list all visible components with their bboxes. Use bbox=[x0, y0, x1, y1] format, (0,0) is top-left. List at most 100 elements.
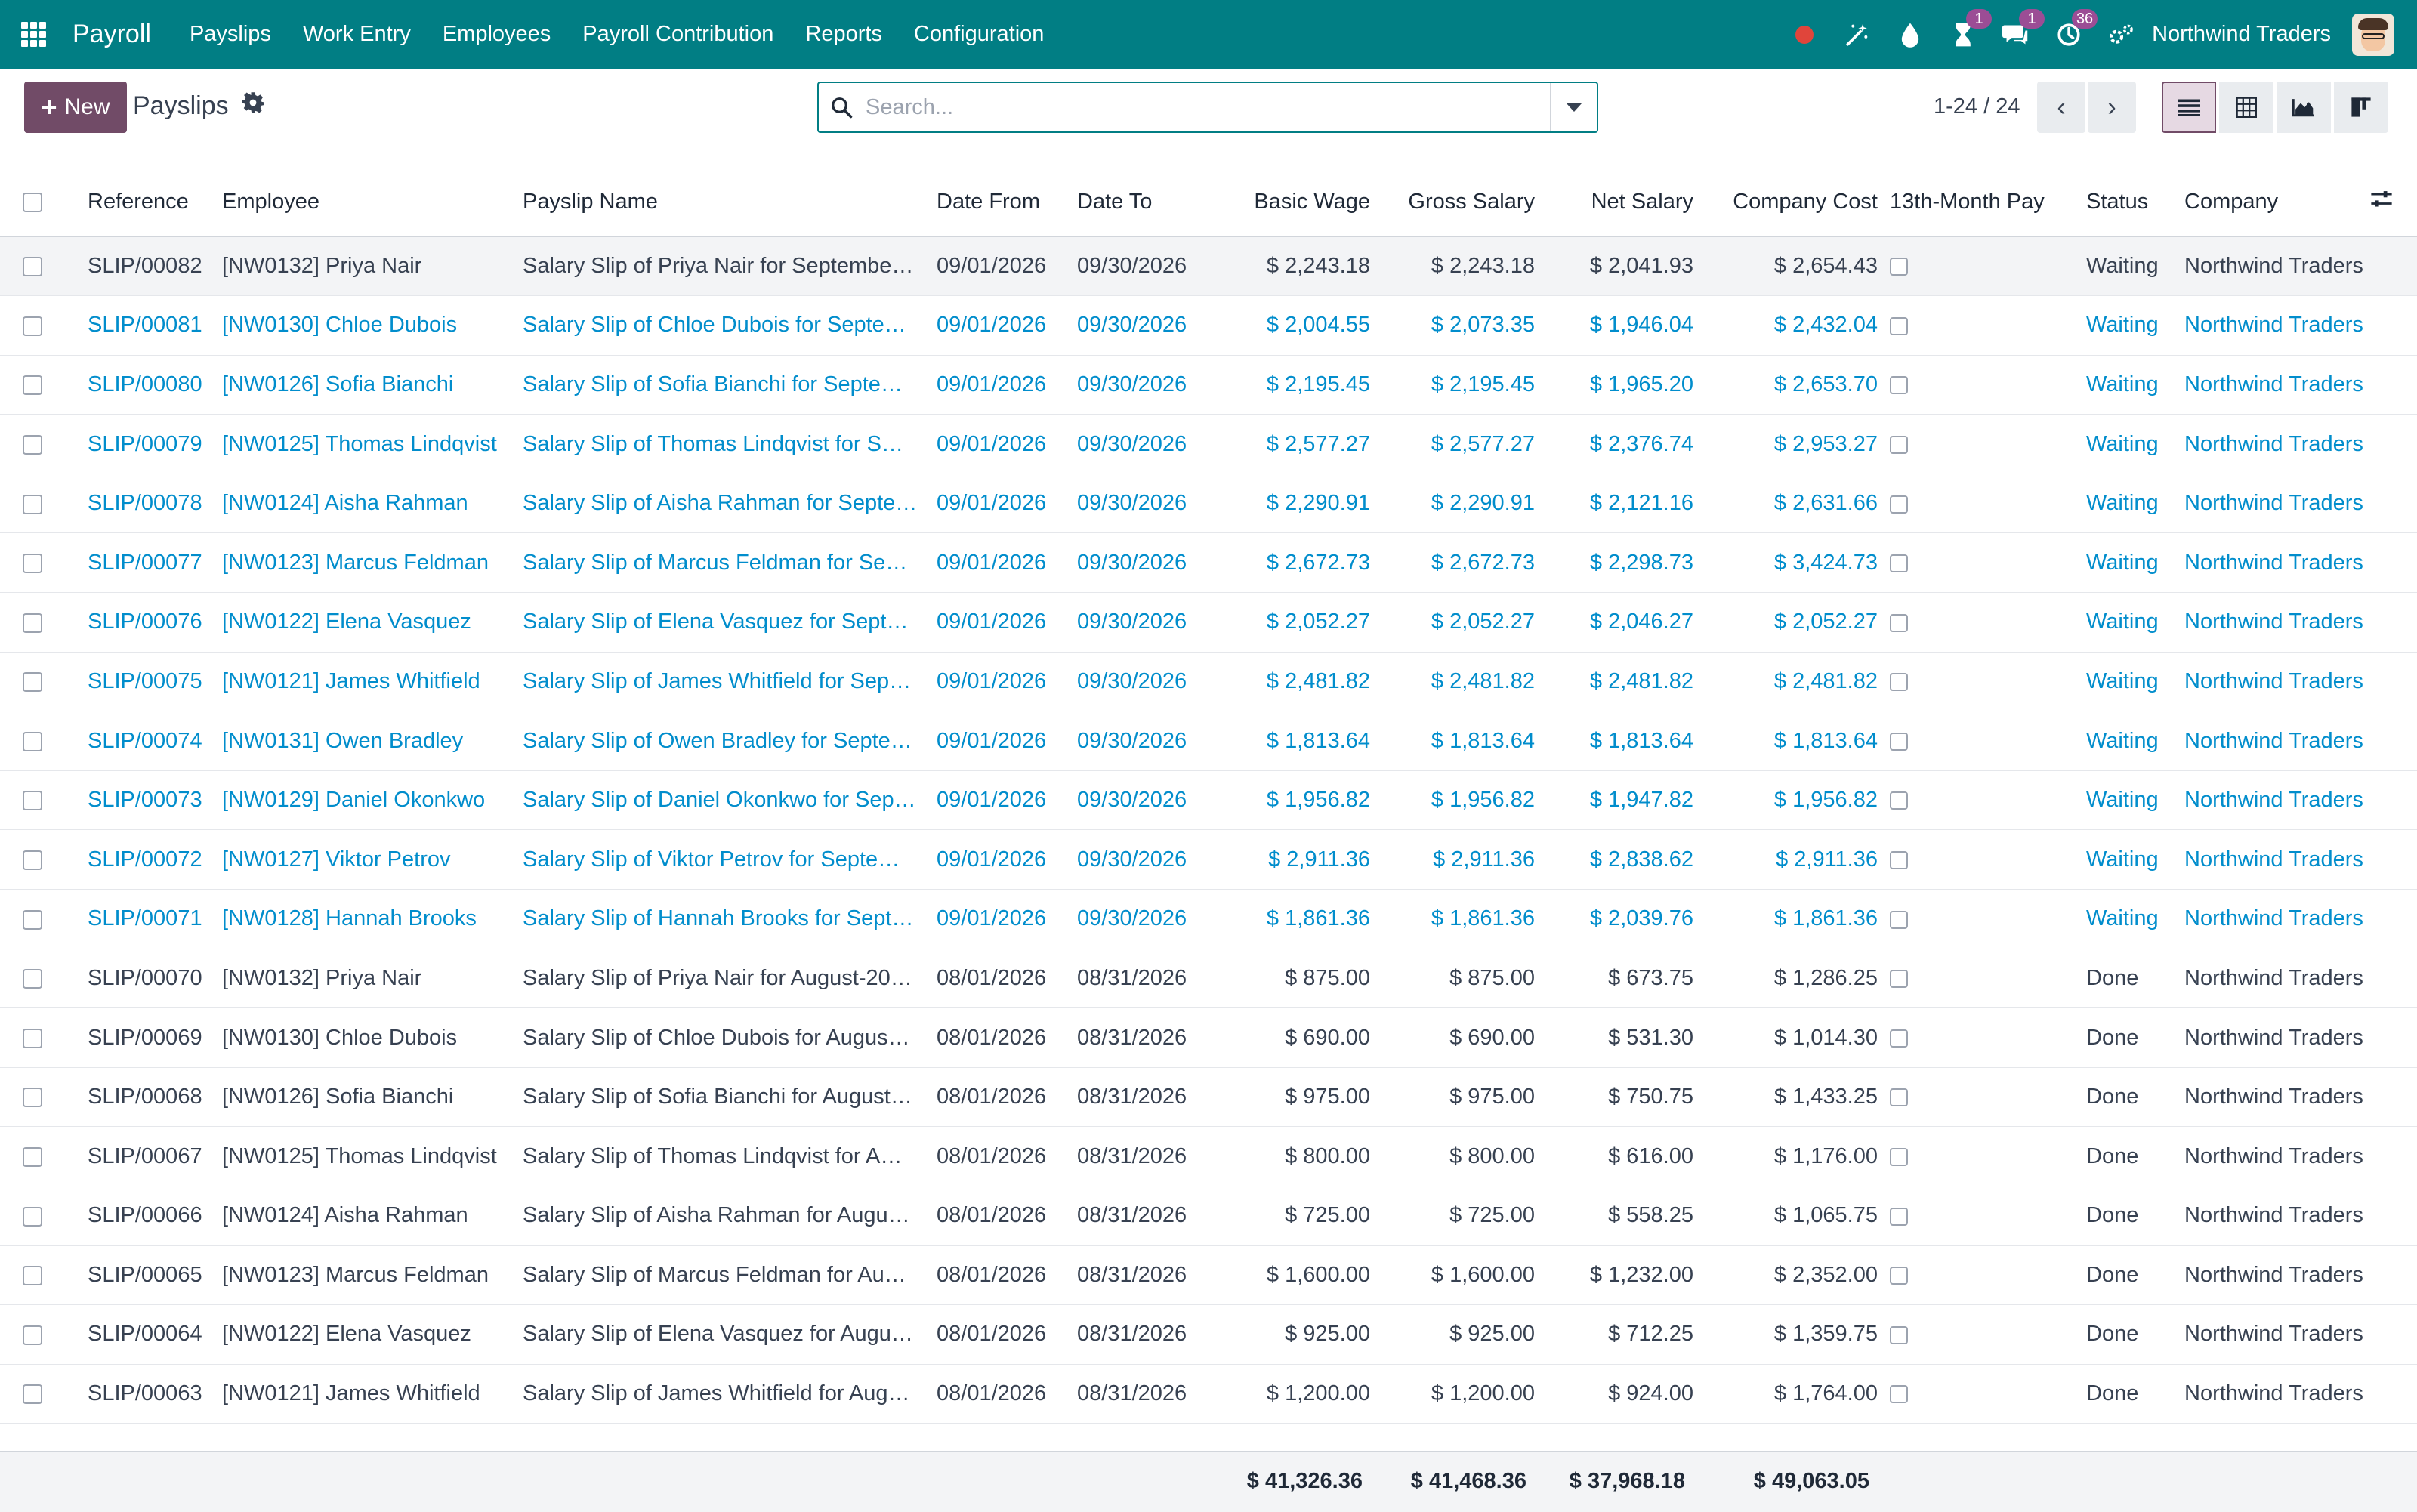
row-checkbox[interactable] bbox=[23, 909, 42, 930]
13th-month-checkbox[interactable] bbox=[1890, 376, 1908, 395]
row-checkbox[interactable] bbox=[23, 613, 42, 633]
col-company-cost[interactable]: Company Cost bbox=[1699, 159, 1884, 237]
table-row[interactable]: SLIP/00076 [NW0122] Elena Vasquez Salary S… bbox=[0, 593, 2417, 653]
13th-month-checkbox[interactable] bbox=[1890, 1029, 1908, 1048]
pager-previous-button[interactable]: ‹ bbox=[2037, 82, 2085, 133]
col-reference[interactable]: Reference bbox=[82, 159, 216, 237]
row-select[interactable] bbox=[0, 830, 82, 890]
table-row[interactable]: SLIP/00073 [NW0129] Daniel Okonkwo Salary … bbox=[0, 770, 2417, 830]
row-checkbox[interactable] bbox=[23, 731, 42, 751]
col-date-from[interactable]: Date From bbox=[931, 159, 1071, 237]
pager-value[interactable]: 1-24 / 24 bbox=[1934, 94, 2020, 119]
search-options-toggle[interactable] bbox=[1550, 83, 1597, 131]
col-gross-salary[interactable]: Gross Salary bbox=[1376, 159, 1541, 237]
row-select[interactable] bbox=[0, 1008, 82, 1068]
row-checkbox[interactable] bbox=[23, 1088, 42, 1108]
row-checkbox[interactable] bbox=[23, 375, 42, 396]
app-name[interactable]: Payroll bbox=[73, 20, 151, 49]
row-checkbox[interactable] bbox=[23, 1325, 42, 1345]
chat-icon[interactable]: 1 bbox=[2001, 8, 2045, 50]
col-payslip-name[interactable]: Payslip Name bbox=[517, 159, 931, 237]
13th-month-checkbox[interactable] bbox=[1890, 970, 1908, 989]
table-row[interactable]: SLIP/00074 [NW0131] Owen Bradley Salary Sl… bbox=[0, 711, 2417, 771]
table-row[interactable]: SLIP/00077 [NW0123] Marcus Feldman Salary … bbox=[0, 533, 2417, 593]
row-checkbox[interactable] bbox=[23, 1206, 42, 1227]
13th-month-checkbox[interactable] bbox=[1890, 316, 1908, 335]
row-checkbox[interactable] bbox=[23, 1147, 42, 1168]
row-select[interactable] bbox=[0, 1245, 82, 1305]
search-input[interactable] bbox=[864, 94, 1550, 121]
table-row[interactable]: SLIP/00064 [NW0122] Elena Vasquez Salary S… bbox=[0, 1305, 2417, 1365]
kanban-view-button[interactable] bbox=[2334, 82, 2388, 133]
company-switch-icon[interactable] bbox=[2107, 20, 2137, 50]
col-status[interactable]: Status bbox=[2080, 159, 2178, 237]
table-row[interactable]: SLIP/00070 [NW0132] Priya Nair Salary Slip… bbox=[0, 949, 2417, 1008]
row-select[interactable] bbox=[0, 415, 82, 474]
select-all[interactable] bbox=[0, 159, 82, 237]
row-checkbox[interactable] bbox=[23, 969, 42, 989]
col-basic-wage[interactable]: Basic Wage bbox=[1224, 159, 1376, 237]
row-select[interactable] bbox=[0, 949, 82, 1008]
13th-month-checkbox[interactable] bbox=[1890, 435, 1908, 454]
13th-month-checkbox[interactable] bbox=[1890, 1148, 1908, 1167]
optional-columns-toggle[interactable] bbox=[2364, 159, 2417, 237]
new-button[interactable]: + New bbox=[24, 82, 127, 133]
row-checkbox[interactable] bbox=[23, 791, 42, 811]
table-row[interactable]: SLIP/00071 [NW0128] Hannah Brooks Salary S… bbox=[0, 890, 2417, 949]
row-select[interactable] bbox=[0, 355, 82, 415]
table-row[interactable]: SLIP/00081 [NW0130] Chloe Dubois Salary Sl… bbox=[0, 296, 2417, 356]
company-switcher[interactable]: Northwind Traders bbox=[2152, 22, 2331, 47]
row-checkbox[interactable] bbox=[23, 434, 42, 455]
row-select[interactable] bbox=[0, 533, 82, 593]
magic-wand-icon[interactable] bbox=[1842, 20, 1872, 50]
row-checkbox[interactable] bbox=[23, 494, 42, 514]
table-row[interactable]: SLIP/00069 [NW0130] Chloe Dubois Salary Sl… bbox=[0, 1008, 2417, 1068]
row-select[interactable] bbox=[0, 593, 82, 653]
menu-configuration[interactable]: Configuration bbox=[898, 22, 1060, 47]
13th-month-checkbox[interactable] bbox=[1890, 732, 1908, 751]
row-checkbox[interactable] bbox=[23, 1028, 42, 1048]
row-select[interactable] bbox=[0, 1305, 82, 1365]
app-grid-icon[interactable] bbox=[21, 21, 47, 48]
13th-month-checkbox[interactable] bbox=[1890, 258, 1908, 276]
row-checkbox[interactable] bbox=[23, 554, 42, 574]
row-checkbox[interactable] bbox=[23, 672, 42, 693]
row-select[interactable] bbox=[0, 1186, 82, 1246]
col-company[interactable]: Company bbox=[2178, 159, 2364, 237]
13th-month-checkbox[interactable] bbox=[1890, 673, 1908, 692]
13th-month-checkbox[interactable] bbox=[1890, 1207, 1908, 1226]
table-row[interactable]: SLIP/00075 [NW0121] James Whitfield Salary… bbox=[0, 652, 2417, 711]
col-date-to[interactable]: Date To bbox=[1071, 159, 1224, 237]
pivot-view-button[interactable] bbox=[2219, 82, 2273, 133]
col-net-salary[interactable]: Net Salary bbox=[1541, 159, 1699, 237]
menu-employees[interactable]: Employees bbox=[427, 22, 566, 47]
hourglass-icon[interactable]: 1 bbox=[1948, 8, 1993, 50]
drop-icon[interactable] bbox=[1895, 20, 1925, 50]
table-row[interactable]: SLIP/00066 [NW0124] Aisha Rahman Salary Sl… bbox=[0, 1186, 2417, 1246]
row-select[interactable] bbox=[0, 1364, 82, 1424]
row-select[interactable] bbox=[0, 236, 82, 296]
row-select[interactable] bbox=[0, 296, 82, 356]
row-select[interactable] bbox=[0, 1127, 82, 1186]
table-row[interactable]: SLIP/00063 [NW0121] James Whitfield Salary… bbox=[0, 1364, 2417, 1424]
row-checkbox[interactable] bbox=[23, 316, 42, 336]
row-select[interactable] bbox=[0, 474, 82, 533]
13th-month-checkbox[interactable] bbox=[1890, 791, 1908, 810]
13th-month-checkbox[interactable] bbox=[1890, 554, 1908, 573]
row-checkbox[interactable] bbox=[23, 1266, 42, 1286]
table-row[interactable]: SLIP/00079 [NW0125] Thomas Lindqvist Salar… bbox=[0, 415, 2417, 474]
row-select[interactable] bbox=[0, 652, 82, 711]
13th-month-checkbox[interactable] bbox=[1890, 851, 1908, 870]
13th-month-checkbox[interactable] bbox=[1890, 495, 1908, 514]
row-select[interactable] bbox=[0, 770, 82, 830]
menu-payroll-contribution[interactable]: Payroll Contribution bbox=[566, 22, 789, 47]
table-row[interactable]: SLIP/00080 [NW0126] Sofia Bianchi Salary S… bbox=[0, 355, 2417, 415]
menu-reports[interactable]: Reports bbox=[789, 22, 898, 47]
timer-icon[interactable]: 36 bbox=[2054, 8, 2098, 50]
row-checkbox[interactable] bbox=[23, 257, 42, 277]
13th-month-checkbox[interactable] bbox=[1890, 613, 1908, 632]
col-employee[interactable]: Employee bbox=[216, 159, 517, 237]
table-row[interactable]: SLIP/00072 [NW0127] Viktor Petrov Salary S… bbox=[0, 830, 2417, 890]
table-row[interactable]: SLIP/00068 [NW0126] Sofia Bianchi Salary S… bbox=[0, 1067, 2417, 1127]
user-avatar[interactable] bbox=[2352, 13, 2394, 56]
